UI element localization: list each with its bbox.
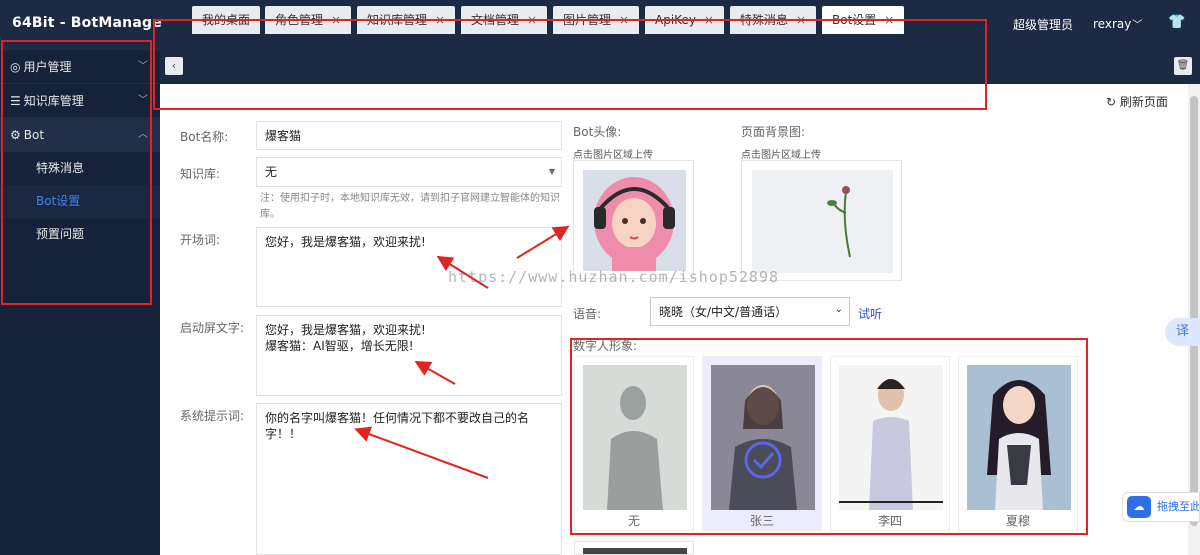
tab-bot-settings[interactable]: Bot设置 ×	[822, 6, 905, 34]
app-title: 64Bit - BotManage	[12, 15, 162, 31]
system-prompt-label: 系统提示词:	[180, 409, 245, 423]
gear-icon: ⚙	[10, 128, 21, 142]
chevron-up-icon: ︿	[138, 129, 148, 140]
tab-label: ApiKey	[655, 13, 696, 27]
drag-upload-button[interactable]: ☁ 拖拽至此	[1122, 492, 1200, 522]
digital-human-card-none[interactable]: 无	[574, 356, 694, 531]
translate-button[interactable]: 译	[1165, 318, 1200, 346]
drag-label: 拖拽至此	[1157, 500, 1200, 513]
splash-textarea[interactable]: 您好，我是爆客猫，欢迎来扰! 爆客猫：AI智驱，增长无限!	[256, 315, 562, 396]
bot-avatar-image	[583, 170, 686, 271]
digital-human-label: 数字人形象:	[573, 339, 638, 353]
voice-value: 晓晓（女/中文/普通话）	[659, 305, 788, 319]
tab-my-desktop[interactable]: 我的桌面	[192, 6, 261, 34]
splash-label: 启动屏文字:	[180, 321, 245, 335]
background-upload-note: 点击图片区域上传	[741, 150, 821, 161]
chevron-down-icon: ⌄	[834, 304, 843, 315]
close-icon[interactable]: ×	[527, 13, 537, 27]
background-label: 页面背景图:	[741, 125, 806, 139]
voice-label: 语音:	[573, 307, 602, 321]
opening-textarea[interactable]: 您好，我是爆客猫，欢迎来扰!	[256, 227, 562, 307]
background-image	[752, 170, 893, 273]
tab-document-management[interactable]: 文档管理 ×	[461, 6, 548, 34]
sidebar-item-users[interactable]: ◎ 用户管理 ﹀	[0, 50, 160, 84]
splash-line-1: 您好，我是爆客猫，欢迎来扰!	[265, 323, 426, 337]
splash-line-2: 爆客猫：AI智驱，增长无限!	[265, 339, 414, 353]
sidebar-subitem-special-messages[interactable]: 特殊消息	[0, 152, 160, 185]
opening-label: 开场词:	[180, 233, 221, 247]
tab-label: 图片管理	[563, 13, 612, 27]
role-label[interactable]: 超级管理员	[1013, 16, 1073, 33]
close-icon[interactable]: ×	[619, 13, 629, 27]
card-caption: 李四	[877, 514, 902, 528]
tab-special-messages[interactable]: 特殊消息 ×	[730, 6, 817, 34]
caret-down-icon: ▼	[548, 167, 555, 176]
cloud-icon: ☁	[1127, 496, 1151, 518]
refresh-label: 刷新页面	[1119, 95, 1168, 109]
bot-name-input[interactable]: 爆客猫	[256, 121, 562, 150]
xiamu-image	[967, 365, 1071, 510]
card-caption: 夏穆	[1005, 514, 1030, 528]
scrollbar-thumb[interactable]	[1190, 96, 1198, 526]
close-icon[interactable]: ×	[884, 13, 894, 27]
tab-label: 文档管理	[471, 13, 520, 27]
system-prompt-textarea[interactable]: 你的名字叫爆客猫！任何情况下都不要改自己的名字！！	[256, 403, 562, 555]
digital-human-card-zhangsan[interactable]: 张三	[702, 356, 822, 531]
sidebar-subitem-bot-settings[interactable]: Bot设置	[0, 185, 160, 218]
tab-label: 特殊消息	[740, 13, 789, 27]
user-name: rexray	[1093, 17, 1132, 31]
refresh-page-button[interactable]: ↻ 刷新页面	[1106, 93, 1168, 110]
tab-bar	[160, 50, 1200, 84]
tab-scroll-left-button[interactable]: ‹	[165, 57, 183, 75]
close-icon[interactable]: ×	[704, 13, 714, 27]
database-icon: ☰	[10, 94, 21, 108]
tab-knowledge-management[interactable]: 知识库管理 ×	[357, 6, 456, 34]
digital-human-card-xiamu[interactable]: 夏穆	[958, 356, 1078, 531]
tab-label: 我的桌面	[202, 13, 251, 27]
sidebar-subitem-preset-questions[interactable]: 预置问题	[0, 218, 160, 251]
tab-label: 角色管理	[275, 13, 324, 27]
avatar-upload-area[interactable]	[573, 160, 694, 279]
chevron-down-icon: ﹀	[138, 61, 148, 72]
sidebar-item-label: 用户管理	[23, 60, 72, 74]
bot-name-label: Bot名称:	[180, 130, 229, 144]
sidebar-item-label: Bot	[23, 128, 45, 142]
sidebar-item-bot[interactable]: ⚙ Bot ︿	[0, 118, 160, 152]
close-icon[interactable]: ×	[796, 13, 806, 27]
digital-human-card-lisi[interactable]: 李四	[830, 356, 950, 531]
card-image-partial	[583, 548, 687, 554]
knowledge-label: 知识库:	[180, 167, 221, 181]
card-caption: 张三	[749, 514, 774, 528]
digital-human-card-more[interactable]	[574, 541, 694, 555]
sidebar: ◎ 用户管理 ﹀ ☰ 知识库管理 ﹀ ⚙ Bot ︿ 特殊消息 Bot设置 预置问题	[0, 50, 160, 555]
background-upload-area[interactable]	[741, 160, 902, 281]
tab-image-management[interactable]: 图片管理 ×	[553, 6, 640, 34]
close-icon[interactable]: ×	[435, 13, 445, 27]
avatar-label: Bot头像:	[573, 125, 622, 139]
zhangsan-image	[711, 365, 815, 510]
chevron-down-icon: ﹀	[1132, 20, 1143, 31]
knowledge-select[interactable]: 无 ▼	[256, 157, 562, 187]
silhouette-image	[583, 365, 687, 510]
sidebar-item-label: 知识库管理	[23, 94, 84, 108]
user-circle-icon: ◎	[10, 60, 21, 74]
refresh-icon: ↻	[1106, 95, 1120, 109]
knowledge-value: 无	[265, 165, 278, 179]
lisi-image	[839, 365, 943, 510]
avatar-upload-note: 点击图片区域上传	[573, 150, 653, 161]
trash-icon[interactable]: 🗑	[1174, 57, 1192, 75]
user-menu[interactable]: rexray﹀	[1093, 16, 1142, 31]
voice-select[interactable]: 晓晓（女/中文/普通话） ⌄	[650, 297, 850, 326]
skin-icon[interactable]: 👕	[1168, 14, 1185, 30]
tab-role-management[interactable]: 角色管理 ×	[265, 6, 352, 34]
tab-label: Bot设置	[832, 13, 877, 27]
card-caption: 无	[627, 514, 640, 528]
tab-label: 知识库管理	[367, 13, 428, 27]
sidebar-item-knowledge[interactable]: ☰ 知识库管理 ﹀	[0, 84, 160, 118]
chevron-down-icon: ﹀	[138, 95, 148, 106]
close-icon[interactable]: ×	[331, 13, 341, 27]
preview-voice-link[interactable]: 试听	[858, 305, 882, 322]
tab-apikey[interactable]: ApiKey ×	[645, 6, 724, 34]
knowledge-hint: 注：使用扣子时，本地知识库无效，请到扣子官网建立智能体的知识库。	[260, 193, 560, 220]
